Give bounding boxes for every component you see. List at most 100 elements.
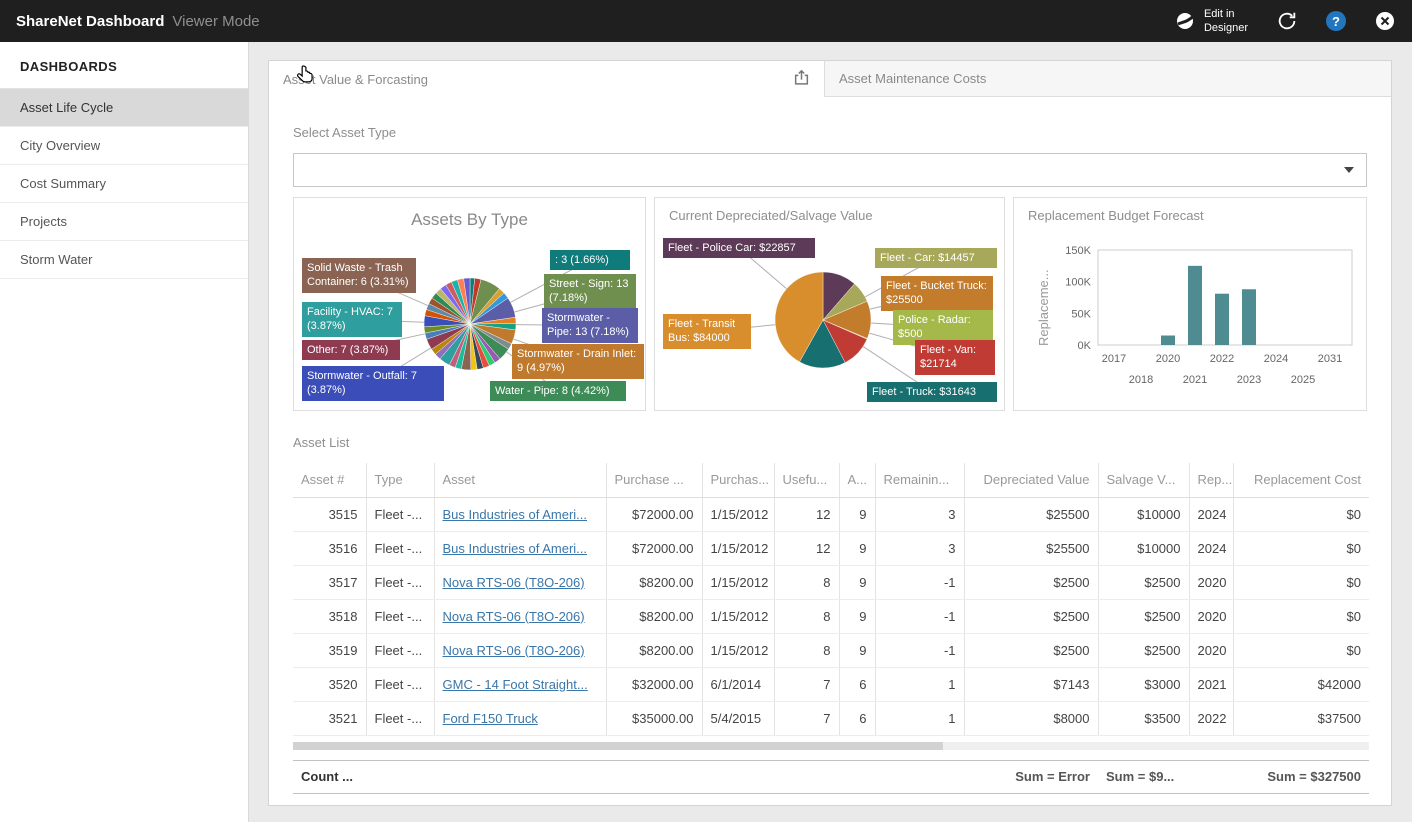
table-row[interactable]: 3517Fleet -...Nova RTS-06 (T8O-206)$8200… — [293, 565, 1369, 599]
asset-link[interactable]: Nova RTS-06 (T8O-206) — [443, 575, 585, 590]
svg-text:2022: 2022 — [1210, 353, 1234, 365]
table-summary-row: Count ... Sum = Error Sum = $9... Sum = … — [293, 760, 1369, 794]
svg-text:2020: 2020 — [1156, 353, 1180, 365]
table-row[interactable]: 3521Fleet -...Ford F150 Truck$35000.005/… — [293, 701, 1369, 735]
asset-type-filter-label: Select Asset Type — [293, 125, 1367, 141]
asset-link[interactable]: Bus Industries of Ameri... — [443, 507, 588, 522]
assets-by-type-panel: Assets By Type : 3 (1.66%) Street - Sign… — [293, 197, 646, 411]
horizontal-scrollbar[interactable] — [293, 742, 1369, 750]
replacement-budget-forecast-panel: Replacement Budget Forecast Replaceme...… — [1013, 197, 1367, 411]
asset-link[interactable]: Nova RTS-06 (T8O-206) — [443, 609, 585, 624]
pie-callout: Fleet - Police Car: $22857 — [663, 238, 815, 258]
table-row[interactable]: 3520Fleet -...GMC - 14 Foot Straight...$… — [293, 667, 1369, 701]
asset-type-select[interactable] — [293, 153, 1367, 187]
sidebar-item-asset-life-cycle[interactable]: Asset Life Cycle — [0, 89, 248, 127]
sidebar-item-storm-water[interactable]: Storm Water — [0, 241, 248, 279]
dashboard-card: Asset Value & Forcasting Asset Maintenan… — [268, 60, 1392, 806]
count-summary: Count ... — [293, 769, 964, 784]
pie-callout: Other: 7 (3.87%) — [302, 340, 400, 360]
sidebar-item-projects[interactable]: Projects — [0, 203, 248, 241]
asset-link[interactable]: Nova RTS-06 (T8O-206) — [443, 643, 585, 658]
help-icon[interactable]: ? — [1326, 11, 1346, 31]
pie-callout: : 3 (1.66%) — [550, 250, 630, 270]
dashboard-content: Select Asset Type Assets By Type : 3 (1.… — [269, 97, 1391, 794]
asset-link[interactable]: Ford F150 Truck — [443, 711, 538, 726]
svg-text:100K: 100K — [1065, 277, 1091, 289]
svg-text:2018: 2018 — [1129, 374, 1153, 386]
column-header[interactable]: Remainin... — [875, 463, 964, 497]
pie-callout: Stormwater - Pipe: 13 (7.18%) — [542, 308, 638, 343]
viewer-mode-label: Viewer Mode — [172, 13, 259, 30]
export-icon[interactable] — [793, 69, 810, 89]
replacement-forecast-bar-chart: 0K50K100K150K201720182020202120222023202… — [1014, 198, 1366, 410]
top-bar-actions: Edit in Designer ? — [1174, 7, 1396, 36]
svg-text:50K: 50K — [1071, 308, 1091, 320]
table-row[interactable]: 3519Fleet -...Nova RTS-06 (T8O-206)$8200… — [293, 633, 1369, 667]
pie-callout: Stormwater - Outfall: 7 (3.87%) — [302, 366, 444, 401]
chart-panels: Assets By Type : 3 (1.66%) Street - Sign… — [293, 197, 1367, 411]
depreciated-salvage-value-panel: Current Depreciated/Salvage Value Fleet … — [654, 197, 1005, 411]
tab-label: Asset Maintenance Costs — [839, 71, 986, 86]
column-header[interactable]: Usefu... — [774, 463, 839, 497]
asset-link[interactable]: GMC - 14 Foot Straight... — [443, 677, 588, 692]
pie-callout: Fleet - Car: $14457 — [875, 248, 997, 268]
panel-title: Replacement Budget Forecast — [1028, 208, 1204, 223]
column-header[interactable]: Asset — [434, 463, 606, 497]
asset-list-label: Asset List — [293, 435, 1367, 451]
svg-text:150K: 150K — [1065, 245, 1091, 257]
panel-title: Current Depreciated/Salvage Value — [669, 208, 873, 223]
column-header[interactable]: Asset # — [293, 463, 366, 497]
table-row[interactable]: 3518Fleet -...Nova RTS-06 (T8O-206)$8200… — [293, 599, 1369, 633]
top-bar: ShareNet Dashboard Viewer Mode Edit in D… — [0, 0, 1412, 42]
asset-link[interactable]: Bus Industries of Ameri... — [443, 541, 588, 556]
edit-in-designer-label: Edit in Designer — [1204, 7, 1248, 36]
pie-callout: Water - Pipe: 8 (4.42%) — [490, 381, 626, 401]
column-header[interactable]: Type — [366, 463, 434, 497]
app-title: ShareNet Dashboard Viewer Mode — [16, 13, 260, 30]
pie-callout: Fleet - Bucket Truck: $25500 — [881, 276, 993, 311]
tab-asset-maintenance-costs[interactable]: Asset Maintenance Costs — [824, 61, 1391, 97]
tab-asset-value-forecasting[interactable]: Asset Value & Forcasting — [269, 61, 824, 97]
scrollbar-thumb[interactable] — [293, 742, 943, 750]
column-header[interactable]: Purchas... — [702, 463, 774, 497]
table-row[interactable]: 3515Fleet -...Bus Industries of Ameri...… — [293, 497, 1369, 531]
pie-callout: Fleet - Transit Bus: $84000 — [663, 314, 751, 349]
column-header[interactable]: Rep... — [1189, 463, 1233, 497]
svg-text:2021: 2021 — [1183, 374, 1207, 386]
table-row[interactable]: 3516Fleet -...Bus Industries of Ameri...… — [293, 531, 1369, 565]
svg-text:2031: 2031 — [1318, 353, 1342, 365]
refresh-icon[interactable] — [1276, 10, 1298, 32]
tab-bar: Asset Value & Forcasting Asset Maintenan… — [269, 61, 1391, 97]
column-header[interactable]: Purchase ... — [606, 463, 702, 497]
close-icon[interactable] — [1374, 10, 1396, 32]
svg-text:2024: 2024 — [1264, 353, 1288, 365]
column-header[interactable]: Depreciated Value — [964, 463, 1098, 497]
pie-callout: Fleet - Van: $21714 — [915, 340, 995, 375]
chevron-down-icon — [1344, 167, 1354, 173]
table-header-row: Asset #TypeAssetPurchase ...Purchas...Us… — [293, 463, 1369, 497]
pie-callout: Fleet - Truck: $31643 — [867, 382, 997, 402]
y-axis-label: Replaceme... — [1036, 246, 1051, 346]
asset-table: Asset #TypeAssetPurchase ...Purchas...Us… — [293, 463, 1369, 736]
column-header[interactable]: A... — [839, 463, 875, 497]
panel-title: Assets By Type — [294, 210, 645, 230]
pie-callout: Solid Waste - Trash Container: 6 (3.31%) — [302, 258, 416, 293]
sidebar-item-city-overview[interactable]: City Overview — [0, 127, 248, 165]
sum-replacement-cost: Sum = $327500 — [1233, 769, 1369, 784]
svg-text:2023: 2023 — [1237, 374, 1261, 386]
column-header[interactable]: Salvage V... — [1098, 463, 1189, 497]
sidebar-item-cost-summary[interactable]: Cost Summary — [0, 165, 248, 203]
svg-text:2025: 2025 — [1291, 374, 1315, 386]
asset-rows: 3515Fleet -...Bus Industries of Ameri...… — [293, 497, 1369, 735]
edit-in-designer-button[interactable]: Edit in Designer — [1174, 7, 1248, 36]
svg-text:2017: 2017 — [1102, 353, 1126, 365]
app-name: ShareNet Dashboard — [16, 13, 164, 30]
designer-icon — [1174, 10, 1196, 32]
column-header[interactable]: Replacement Cost — [1233, 463, 1369, 497]
pie-callout: Stormwater - Drain Inlet: 9 (4.97%) — [512, 344, 644, 379]
sum-depreciated-value: Sum = Error — [964, 769, 1098, 784]
svg-text:0K: 0K — [1078, 340, 1092, 352]
tab-label: Asset Value & Forcasting — [283, 72, 428, 87]
sidebar: DASHBOARDS Asset Life Cycle City Overvie… — [0, 42, 249, 822]
pie-callout: Street - Sign: 13 (7.18%) — [544, 274, 636, 309]
